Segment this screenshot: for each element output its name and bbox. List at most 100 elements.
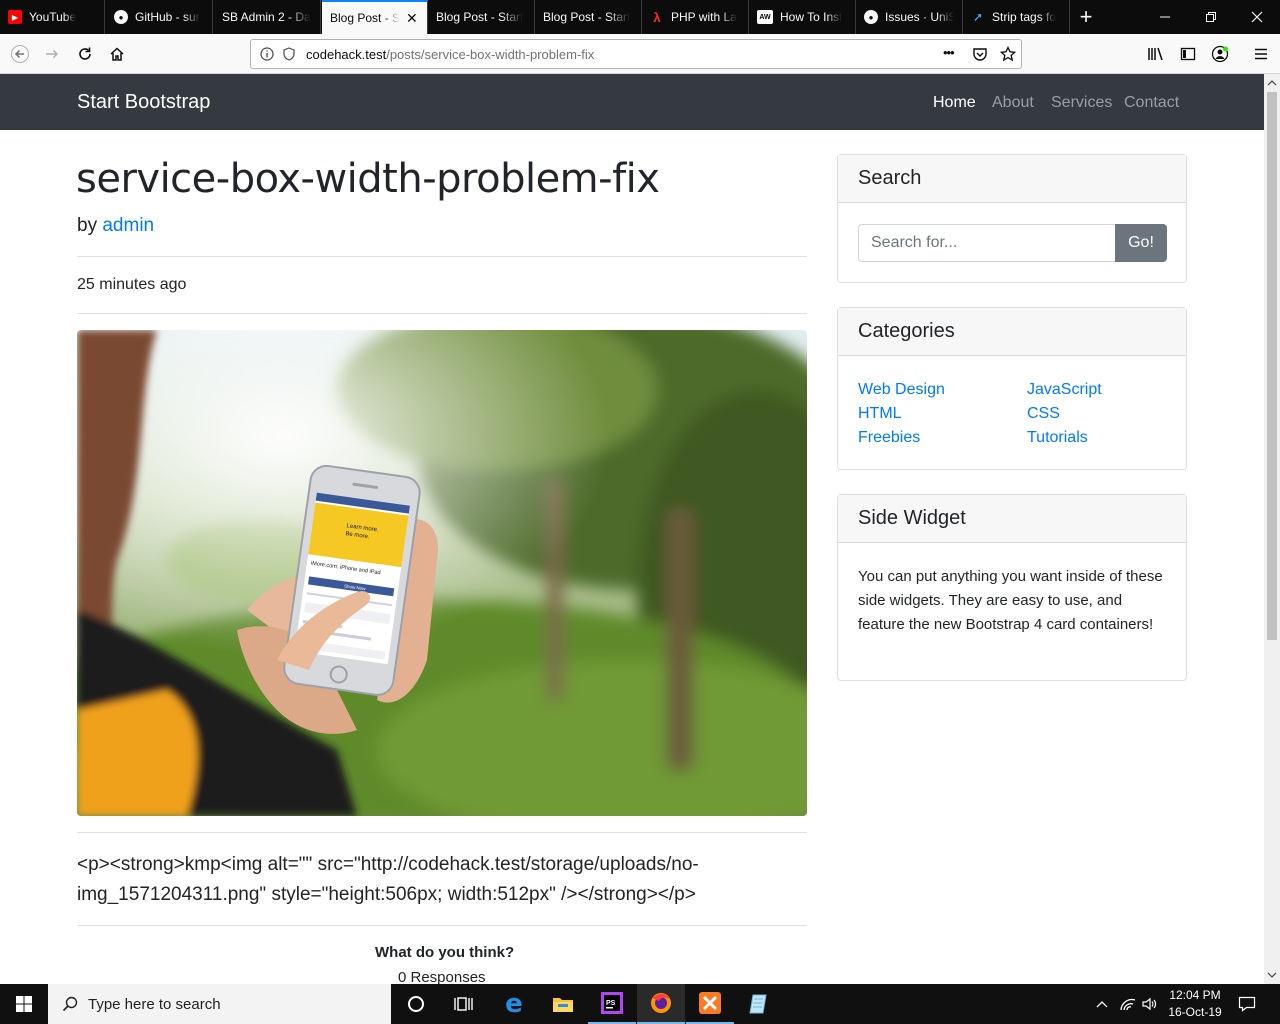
firefox-icon <box>651 993 671 1013</box>
nav-services[interactable]: Services <box>1051 94 1112 112</box>
category-link[interactable]: Web Design <box>858 381 945 399</box>
scrollbar-thumb[interactable] <box>1267 92 1277 640</box>
scroll-down-icon[interactable] <box>1264 968 1280 982</box>
tab-title: Blog Post - S <box>330 11 401 25</box>
bookmark-star-icon[interactable] <box>999 45 1017 65</box>
task-view-icon <box>454 997 473 1011</box>
restore-icon <box>1206 12 1216 22</box>
file-explorer-icon <box>553 998 573 1012</box>
tab-title: Strip tags fo <box>992 10 1057 24</box>
svg-text:PS: PS <box>606 1000 616 1007</box>
site-brand[interactable]: Start Bootstrap <box>77 91 210 114</box>
home-icon <box>110 47 124 61</box>
main-menu-button[interactable] <box>1247 40 1275 68</box>
home-button[interactable] <box>103 40 131 68</box>
minimize-icon <box>1160 16 1170 18</box>
side-widget-title: Side Widget <box>838 495 1186 543</box>
chevron-up-icon <box>1096 1001 1108 1008</box>
volume-button[interactable] <box>1141 984 1159 1024</box>
reload-button[interactable] <box>71 40 99 68</box>
page-actions-menu[interactable]: ••• <box>943 45 955 60</box>
sidebar-toggle-button[interactable] <box>1174 40 1202 68</box>
notepad-app[interactable] <box>735 984 783 1024</box>
category-link[interactable]: JavaScript <box>1027 381 1102 399</box>
taskbar-search-box[interactable]: Type here to search <box>48 984 391 1024</box>
arrow-right-icon <box>46 49 59 59</box>
author-link[interactable]: admin <box>102 215 154 236</box>
tab-title: Blog Post - Start <box>543 10 631 24</box>
tab-title: PHP with La <box>671 10 737 24</box>
side-widget-card: Side Widget You can put anything you wan… <box>837 494 1187 681</box>
library-icon <box>1148 47 1163 61</box>
reload-icon <box>79 47 91 60</box>
tab-blog-post-active[interactable]: Blog Post - S ✕ <box>322 0 428 34</box>
cortana-button[interactable] <box>392 984 440 1024</box>
close-icon <box>1251 11 1263 23</box>
scroll-up-icon[interactable] <box>1264 76 1280 90</box>
search-input[interactable]: Search for... <box>858 224 1116 262</box>
nav-home[interactable]: Home <box>933 94 976 112</box>
sidebar-icon <box>1180 47 1196 61</box>
category-link[interactable]: Tutorials <box>1027 429 1088 447</box>
back-button[interactable] <box>6 40 34 68</box>
nav-contact[interactable]: Contact <box>1124 94 1179 112</box>
edge-app[interactable]: e <box>490 984 538 1024</box>
show-hidden-icons-button[interactable] <box>1093 984 1111 1024</box>
clock-time: 12:04 PM <box>1169 988 1221 1002</box>
account-button[interactable] <box>1206 40 1234 68</box>
github-icon: ● <box>114 10 128 24</box>
categories-card-title: Categories <box>838 308 1186 356</box>
firefox-app[interactable] <box>637 984 685 1024</box>
tab-issues[interactable]: ● Issues · UniS <box>856 0 963 34</box>
address-bar[interactable]: codehack.test/posts/service-box-width-pr… <box>250 39 1022 69</box>
divider <box>77 925 807 926</box>
site-navbar: Start Bootstrap Home About Services Cont… <box>0 74 1264 130</box>
info-icon[interactable] <box>260 47 274 61</box>
youtube-icon: ▶ <box>8 10 22 24</box>
nav-about[interactable]: About <box>992 94 1034 112</box>
new-tab-button[interactable]: + <box>1064 0 1108 34</box>
category-link[interactable]: HTML <box>858 405 902 423</box>
pocket-icon[interactable] <box>972 46 988 65</box>
forward-button[interactable] <box>38 40 66 68</box>
cortana-icon <box>408 996 424 1012</box>
network-button[interactable] <box>1118 984 1138 1024</box>
taskbar-clock[interactable]: 12:04 PM 16-Oct-19 <box>1160 987 1230 1021</box>
restore-window-button[interactable] <box>1188 0 1234 34</box>
action-center-button[interactable] <box>1232 984 1262 1024</box>
tab-sb-admin[interactable]: SB Admin 2 - Da <box>214 0 321 34</box>
page-scrollbar[interactable] <box>1264 74 1280 984</box>
tab-youtube[interactable]: ▶ YouTube <box>0 0 105 34</box>
category-link[interactable]: CSS <box>1027 405 1060 423</box>
tab-php-laravel[interactable]: λ PHP with La <box>642 0 749 34</box>
wifi-icon <box>1120 998 1136 1011</box>
url-text[interactable]: codehack.test/posts/service-box-width-pr… <box>306 47 594 62</box>
windows-taskbar: Type here to search e PS 12:04 PM 16-Oct… <box>0 984 1280 1024</box>
phpstorm-app[interactable]: PS <box>588 984 636 1024</box>
divider <box>77 256 807 257</box>
laracasts-icon: λ <box>653 9 661 25</box>
start-button[interactable] <box>0 984 48 1024</box>
library-button[interactable] <box>1142 40 1170 68</box>
tab-title: YouTube <box>29 10 77 24</box>
github-icon: ● <box>864 10 878 24</box>
search-go-button[interactable]: Go! <box>1115 224 1167 262</box>
category-link[interactable]: Freebies <box>858 429 920 447</box>
tab-strip-tags[interactable]: ➚ Strip tags fo <box>963 0 1070 34</box>
account-icon <box>1211 45 1229 63</box>
tab-title: Issues · UniS <box>885 10 954 24</box>
task-view-button[interactable] <box>440 984 488 1024</box>
tracking-shield-icon[interactable] <box>282 47 296 61</box>
tab-how-to-install[interactable]: AW How To Inst <box>749 0 856 34</box>
xampp-app[interactable] <box>686 984 734 1024</box>
tab-blog-post-2[interactable]: Blog Post - Start <box>428 0 535 34</box>
browser-toolbar: codehack.test/posts/service-box-width-pr… <box>0 34 1280 74</box>
close-window-button[interactable] <box>1234 0 1280 34</box>
minimize-window-button[interactable] <box>1142 0 1188 34</box>
tab-github[interactable]: ● GitHub - sur <box>106 0 213 34</box>
tab-blog-post-3[interactable]: Blog Post - Start <box>535 0 642 34</box>
comments-heading: What do you think? <box>375 944 515 961</box>
file-explorer-app[interactable] <box>539 984 587 1024</box>
divider <box>77 832 807 833</box>
close-tab-icon[interactable]: ✕ <box>406 10 418 27</box>
